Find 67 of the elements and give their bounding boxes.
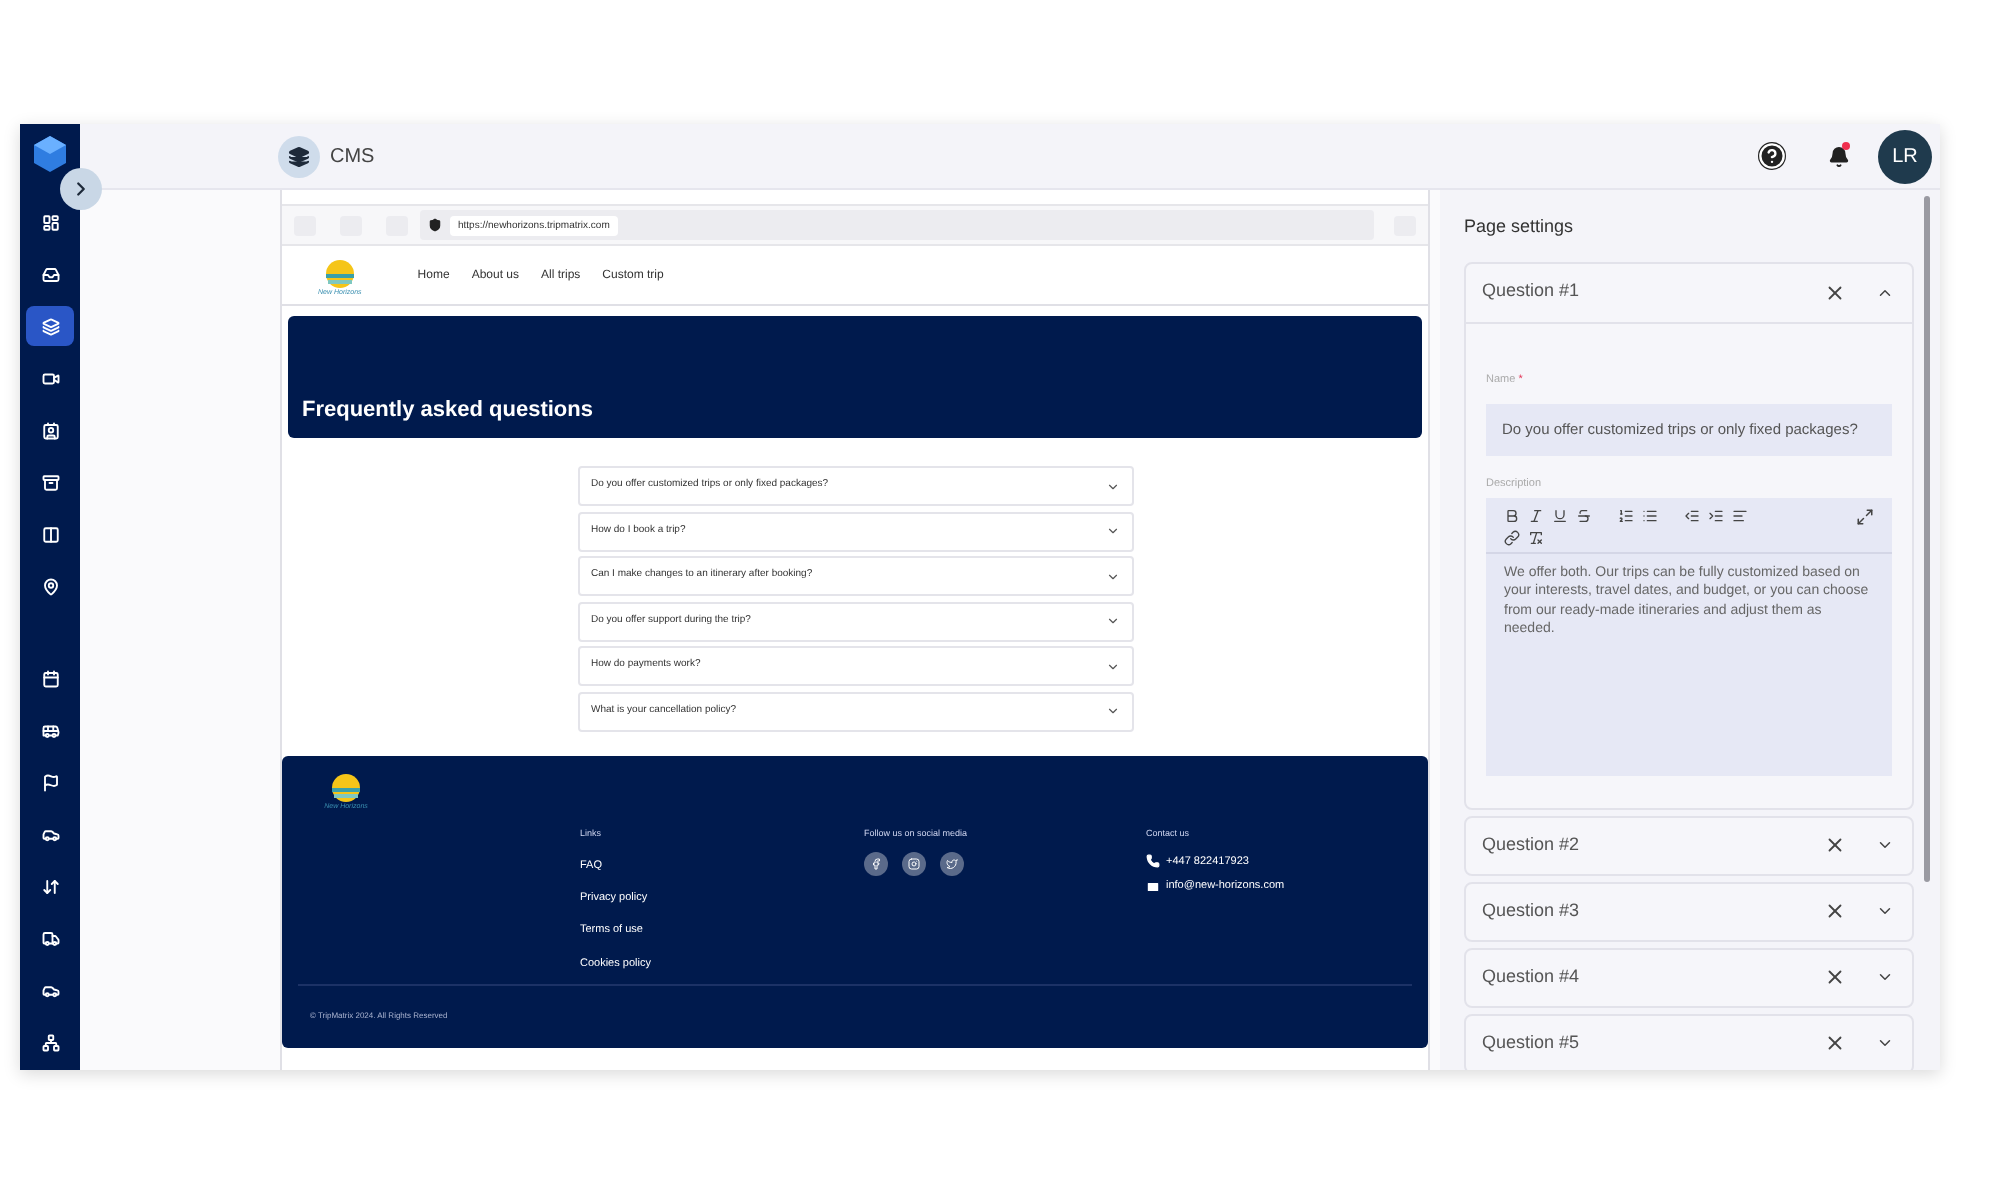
sun-logo-icon (330, 771, 362, 803)
chevron-down-icon (1105, 569, 1119, 583)
question-title: Question #1 (1482, 278, 1582, 305)
italic-icon[interactable] (1528, 508, 1544, 525)
sun-logo-icon (323, 257, 356, 290)
twitter-button[interactable] (940, 851, 964, 876)
help-button[interactable] (1758, 142, 1786, 170)
bell-icon (1827, 145, 1849, 167)
align-left-icon[interactable] (1732, 508, 1748, 525)
columns-icon (41, 525, 59, 543)
facebook-icon (870, 857, 882, 870)
chevron-down-icon (1105, 524, 1119, 538)
question-title: Question #4 (1482, 964, 1582, 990)
close-icon (1823, 281, 1845, 303)
dashboard-icon (41, 213, 59, 231)
close-icon (1823, 834, 1845, 857)
calendar-icon (41, 669, 59, 687)
chevron-down-icon (1105, 479, 1119, 493)
bullet-list-icon[interactable] (1642, 508, 1658, 525)
numbered-list-icon[interactable] (1618, 508, 1634, 525)
question-title: Question #2 (1482, 832, 1582, 858)
close-icon (1823, 966, 1845, 989)
indent-icon[interactable] (1708, 508, 1724, 525)
panel-title: Page settings (1464, 214, 1576, 240)
chevron-down-icon (1105, 659, 1119, 673)
arrows-icon (41, 877, 59, 895)
bold-icon[interactable] (1504, 508, 1520, 525)
question-title: Question #5 (1482, 1030, 1582, 1056)
sidebar-item[interactable] (26, 306, 74, 346)
car-icon (41, 825, 59, 843)
layers-icon (41, 317, 59, 335)
car-icon (41, 981, 59, 999)
scrollbar[interactable] (1924, 196, 1930, 882)
clear-format-icon[interactable] (1528, 529, 1544, 546)
bus-icon (41, 721, 59, 739)
question-title: Question #3 (1482, 898, 1582, 924)
app-logo-icon (30, 134, 70, 174)
archive-icon (41, 473, 59, 491)
phone-icon (1146, 854, 1160, 869)
user-avatar[interactable]: LR (1878, 129, 1932, 183)
strikethrough-icon[interactable] (1576, 508, 1592, 525)
shield-icon (428, 218, 442, 232)
twitter-icon (946, 857, 958, 870)
close-icon (1823, 900, 1845, 923)
truck-icon (41, 929, 59, 947)
instagram-button[interactable] (902, 851, 926, 876)
outdent-icon[interactable] (1684, 508, 1700, 525)
chevron-down-icon (1105, 704, 1119, 718)
inbox-icon (41, 265, 59, 283)
network-icon (41, 1033, 59, 1051)
expand-icon[interactable] (1856, 507, 1874, 526)
notifications-button[interactable] (1824, 142, 1852, 170)
help-icon (1758, 142, 1786, 170)
instagram-icon (908, 857, 920, 870)
flag-icon (41, 773, 59, 791)
hero-title: Frequently asked questions (302, 395, 593, 425)
facebook-button[interactable] (864, 851, 888, 876)
map-pin-icon (41, 577, 59, 595)
link-icon[interactable] (1504, 529, 1520, 546)
underline-icon[interactable] (1552, 508, 1568, 525)
mail-icon (1146, 879, 1160, 894)
video-icon (41, 369, 59, 387)
close-icon (1823, 1032, 1845, 1055)
cms-icon (278, 135, 320, 177)
page-title: CMS (330, 143, 375, 171)
contact-card-icon (41, 421, 59, 439)
chevron-down-icon (1105, 614, 1119, 628)
